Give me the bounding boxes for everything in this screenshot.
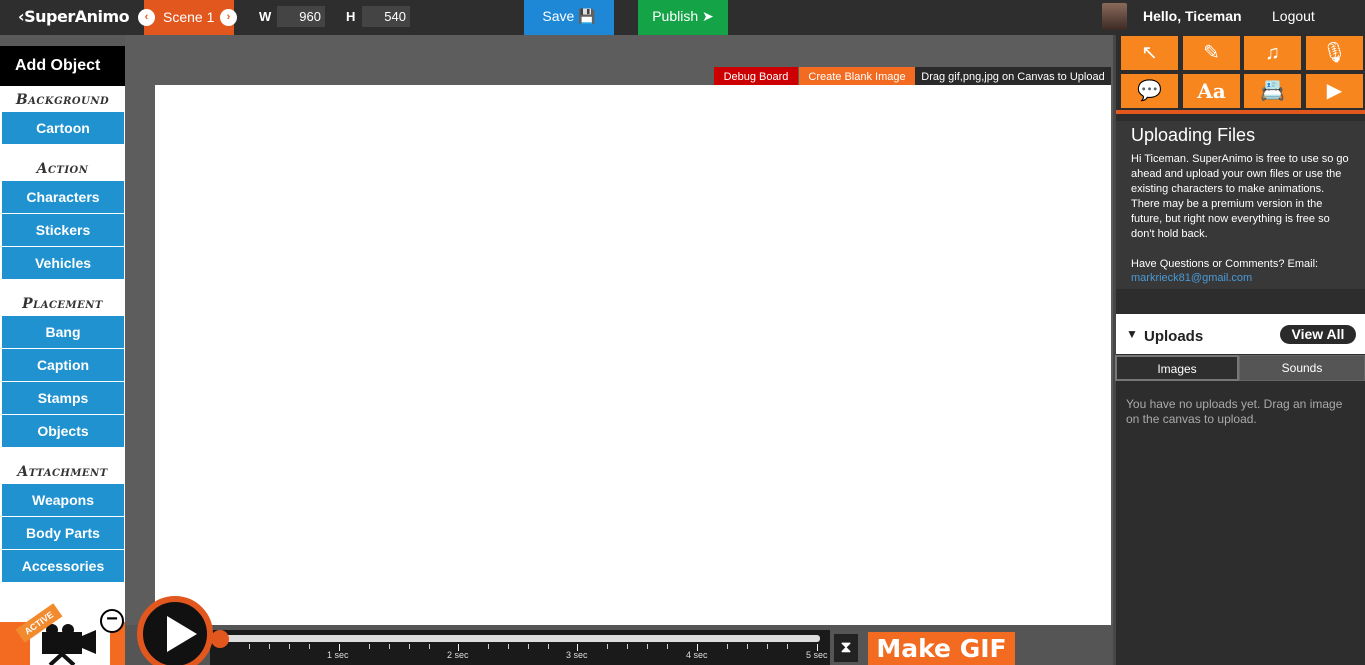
- music-icon[interactable]: ♫: [1244, 36, 1301, 70]
- timeline-tick: [309, 644, 310, 649]
- youtube-icon[interactable]: ▶: [1306, 74, 1363, 108]
- section-background: Background: [15, 92, 110, 108]
- menu-characters-button[interactable]: Characters: [2, 181, 124, 213]
- minus-icon[interactable]: −: [100, 609, 124, 633]
- pencil-icon[interactable]: ✎: [1183, 36, 1240, 70]
- menu-body-parts-button[interactable]: Body Parts: [2, 517, 124, 549]
- timeline-tick: [667, 644, 668, 649]
- contact-email-link[interactable]: markrieck81@gmail.com: [1131, 272, 1350, 284]
- microphone-icon[interactable]: 🎙: [1306, 36, 1363, 70]
- timeline-scrubber[interactable]: [211, 630, 229, 648]
- make-gif-button[interactable]: Make GIF: [868, 632, 1015, 665]
- add-object-title: Add Object: [15, 57, 101, 74]
- top-bar: ‹SuperAnimo ‹ Scene 1 › W H Save 💾 Publi…: [0, 0, 1365, 35]
- app-logo[interactable]: ‹SuperAnimo: [18, 7, 130, 26]
- timeline-tick: [369, 644, 370, 649]
- width-input[interactable]: [277, 6, 325, 27]
- timeline-tick: [249, 644, 250, 649]
- publish-button[interactable]: Publish ➤: [638, 0, 728, 35]
- drawing-canvas[interactable]: [155, 85, 1111, 625]
- menu-vehicles-button[interactable]: Vehicles: [2, 247, 124, 279]
- timeline-tick: [767, 644, 768, 649]
- cursor-icon[interactable]: ↖: [1121, 36, 1178, 70]
- section-action: Action: [36, 161, 89, 177]
- tool-strip-divider: [1116, 110, 1365, 114]
- timeline-progress-bar[interactable]: [218, 635, 820, 642]
- info-body: Hi Ticeman. SuperAnimo is free to use so…: [1131, 153, 1349, 240]
- logout-link[interactable]: Logout: [1272, 8, 1315, 24]
- menu-cartoon-button[interactable]: Cartoon: [2, 112, 124, 144]
- hourglass-icon[interactable]: ⧗: [834, 634, 858, 662]
- timeline-tick: [607, 644, 608, 649]
- height-input[interactable]: [362, 6, 410, 27]
- menu-stamps-button[interactable]: Stamps: [2, 382, 124, 414]
- timeline-tick: [727, 644, 728, 649]
- tick-label: 2 sec: [447, 650, 469, 660]
- section-attachment: Attachment: [17, 464, 108, 480]
- timeline-tick: [548, 644, 549, 649]
- menu-objects-button[interactable]: Objects: [2, 415, 124, 447]
- view-all-button[interactable]: View All: [1280, 325, 1356, 344]
- menu-caption-button[interactable]: Caption: [2, 349, 124, 381]
- object-menu: Background Cartoon Action Characters Sti…: [0, 86, 125, 626]
- tab-images[interactable]: Images: [1115, 355, 1239, 381]
- tick-label: 4 sec: [686, 650, 708, 660]
- uploads-header: ▼ Uploads View All: [1116, 314, 1365, 354]
- width-label: W: [259, 9, 272, 24]
- uploads-title: Uploads: [1144, 328, 1204, 345]
- timeline-tick: [409, 644, 410, 649]
- timeline-tick: [429, 644, 430, 649]
- speech-bubble-icon[interactable]: 💬: [1121, 74, 1178, 108]
- empty-uploads-message: You have no uploads yet. Drag an image o…: [1126, 397, 1343, 426]
- menu-weapons-button[interactable]: Weapons: [2, 484, 124, 516]
- timeline-tick: [389, 644, 390, 649]
- scene-label[interactable]: Scene 1: [163, 9, 214, 25]
- timeline-tick: [627, 644, 628, 649]
- timeline-tick: [528, 644, 529, 649]
- timeline-tick: [787, 644, 788, 649]
- tick-label: 5 sec: [806, 650, 828, 660]
- info-questions: Have Questions or Comments? Email:: [1131, 258, 1319, 270]
- tick-label: 1 sec: [327, 650, 349, 660]
- timeline-tick: [747, 644, 748, 649]
- timeline-tick: [647, 644, 648, 649]
- movie-camera-icon[interactable]: [38, 624, 100, 665]
- text-icon[interactable]: Aa: [1183, 74, 1240, 108]
- info-title: Uploading Files: [1131, 125, 1256, 145]
- debug-board-button[interactable]: Debug Board: [714, 67, 798, 87]
- user-greeting: Hello, Ticeman: [1143, 8, 1242, 24]
- scene-prev-icon[interactable]: ‹: [138, 9, 155, 26]
- create-blank-image-button[interactable]: Create Blank Image: [799, 67, 915, 87]
- scene-next-icon[interactable]: ›: [220, 9, 237, 26]
- play-button[interactable]: [137, 596, 213, 665]
- section-placement: Placement: [22, 296, 103, 312]
- timeline-tick: [488, 644, 489, 649]
- timeline-tick: [269, 644, 270, 649]
- contact-card-icon[interactable]: 📇: [1244, 74, 1301, 108]
- menu-stickers-button[interactable]: Stickers: [2, 214, 124, 246]
- drag-upload-hint: Drag gif,png,jpg on Canvas to Upload: [915, 67, 1111, 87]
- upload-info-box: Uploading Files Hi Ticeman. SuperAnimo i…: [1116, 121, 1365, 289]
- menu-accessories-button[interactable]: Accessories: [2, 550, 124, 582]
- avatar[interactable]: [1102, 3, 1127, 30]
- menu-bang-button[interactable]: Bang: [2, 316, 124, 348]
- tick-label: 3 sec: [566, 650, 588, 660]
- timeline-tick: [289, 644, 290, 649]
- height-label: H: [346, 9, 356, 24]
- tab-sounds[interactable]: Sounds: [1239, 355, 1365, 381]
- timeline-tick: [508, 644, 509, 649]
- save-button[interactable]: Save 💾: [524, 0, 614, 35]
- play-icon: [167, 616, 197, 652]
- caret-down-icon[interactable]: ▼: [1126, 327, 1138, 341]
